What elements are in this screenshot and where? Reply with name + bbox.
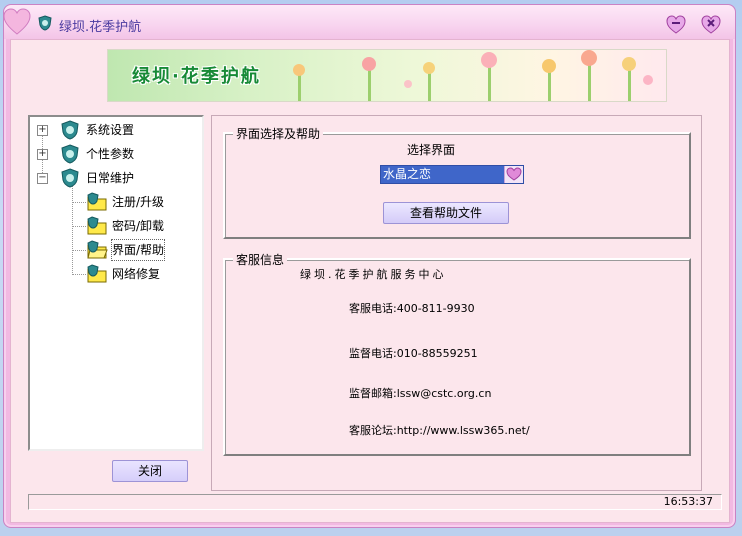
expand-icon[interactable]: + <box>37 149 48 160</box>
tree-node-register-upgrade[interactable]: 注册/升级 <box>30 192 200 212</box>
tree-node-personal-params[interactable]: + 个性参数 <box>30 144 200 164</box>
client-area: 绿坝·花季护航 + 系统设置 + 个性参数 − 日常维护 注册/升级 密码/卸载… <box>10 39 730 523</box>
tree-node-label: 密码/卸载 <box>112 219 165 233</box>
group-legend: 客服信息 <box>233 251 288 268</box>
tree-node-network-repair[interactable]: 网络修复 <box>30 264 200 284</box>
service-info-group: 客服信息 绿坝.花季护航服务中心 客服电话:400-811-9930 监督电话:… <box>223 251 691 456</box>
status-bar: 16:53:37 <box>28 494 722 510</box>
service-phone: 客服电话:400-811-9930 <box>349 302 475 315</box>
expand-icon[interactable]: + <box>37 125 48 136</box>
heart-icon <box>3 8 31 35</box>
heart-dropdown-icon[interactable] <box>504 166 523 183</box>
content-panel: 界面选择及帮助 选择界面 水晶之恋 查看帮助文件 客服信息 绿坝.花季护航服务中… <box>211 115 702 491</box>
banner: 绿坝·花季护航 <box>107 49 667 102</box>
tree-node-ui-help[interactable]: 界面/帮助 <box>30 239 200 261</box>
shield-app-icon <box>38 15 52 31</box>
tree-line <box>72 250 86 251</box>
app-window: 绿坝.花季护航 绿坝·花季护航 + 系统设置 + 个性参数 − 日常维护 注册/… <box>3 4 736 528</box>
service-forum: 客服论坛:http://www.lssw365.net/ <box>349 424 530 437</box>
theme-select[interactable]: 水晶之恋 <box>380 165 524 184</box>
shield-icon <box>61 168 79 188</box>
tree-node-label: 日常维护 <box>86 171 135 185</box>
tree-node-system-settings[interactable]: + 系统设置 <box>30 120 200 140</box>
tree-line <box>72 226 86 227</box>
tree-node-label: 系统设置 <box>86 123 135 137</box>
ui-selection-group: 界面选择及帮助 选择界面 水晶之恋 查看帮助文件 <box>223 125 691 239</box>
folder-shield-icon <box>87 264 107 283</box>
tree-node-daily-maintenance[interactable]: − 日常维护 <box>30 168 200 188</box>
folder-open-shield-icon <box>87 240 108 259</box>
select-ui-label: 选择界面 <box>407 143 456 157</box>
close-button[interactable]: 关闭 <box>112 460 188 482</box>
minimize-icon[interactable] <box>666 15 686 35</box>
theme-select-value: 水晶之恋 <box>383 167 432 181</box>
supervise-email: 监督邮箱:lssw@cstc.org.cn <box>349 387 492 400</box>
folder-shield-icon <box>87 216 107 235</box>
status-time: 16:53:37 <box>663 495 713 508</box>
tree-node-label: 注册/升级 <box>112 195 165 209</box>
banner-title: 绿坝·花季护航 <box>132 66 261 87</box>
group-legend: 界面选择及帮助 <box>233 125 324 142</box>
tree-node-label: 界面/帮助 <box>110 239 166 261</box>
folder-shield-icon <box>87 192 107 211</box>
service-center-name: 绿坝.花季护航服务中心 <box>300 268 447 281</box>
view-help-button[interactable]: 查看帮助文件 <box>383 202 509 224</box>
window-title: 绿坝.花季护航 <box>59 20 142 35</box>
close-icon[interactable] <box>701 15 721 35</box>
tree-line <box>72 274 86 275</box>
shield-icon <box>61 120 79 140</box>
tree-node-label: 个性参数 <box>86 147 135 161</box>
supervise-phone: 监督电话:010-88559251 <box>349 347 478 360</box>
tree-node-label: 网络修复 <box>112 267 161 281</box>
tree-line <box>72 202 86 203</box>
nav-tree[interactable]: + 系统设置 + 个性参数 − 日常维护 注册/升级 密码/卸载 界面/帮助 网… <box>28 115 204 451</box>
tree-node-password-uninstall[interactable]: 密码/卸载 <box>30 216 200 236</box>
shield-icon <box>61 144 79 164</box>
collapse-icon[interactable]: − <box>37 173 48 184</box>
title-bar[interactable]: 绿坝.花季护航 <box>3 5 735 39</box>
